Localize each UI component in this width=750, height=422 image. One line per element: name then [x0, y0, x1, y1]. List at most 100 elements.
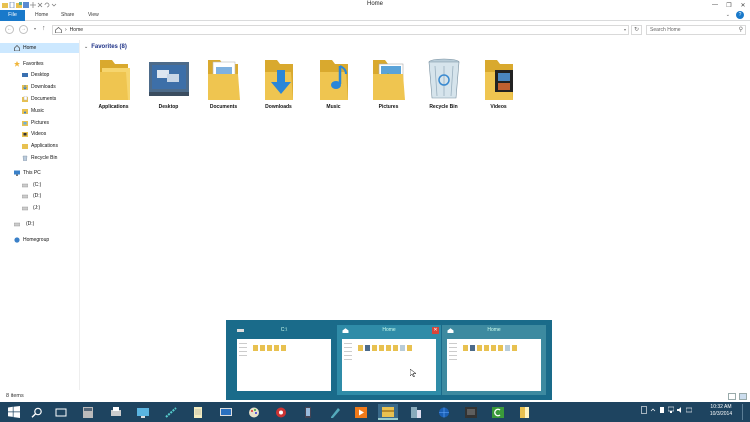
tile-downloads[interactable]: Downloads [251, 54, 306, 114]
file-explorer-icon [382, 406, 394, 417]
address-bar[interactable]: › Home ▾ [52, 25, 629, 35]
drive-icon [21, 182, 29, 188]
nav-item-pictures[interactable]: Pictures [0, 118, 79, 128]
group-heading-favorites[interactable]: ⌄ Favorites (8) [84, 44, 127, 50]
globe-icon [439, 407, 449, 417]
keyboard-icon[interactable] [685, 406, 693, 414]
thumbnail-window-home-active[interactable]: Home ✕ [337, 325, 441, 395]
taskbar-app-pen[interactable] [325, 404, 345, 420]
printer-icon [111, 406, 121, 416]
nav-item-desktop[interactable]: Desktop [0, 70, 79, 80]
taskbar-app-tablet[interactable] [298, 404, 318, 420]
taskbar-app-video-player[interactable] [351, 404, 371, 420]
address-row: ← → ▾ ↑ › Home ▾ ↻ Search Home ⚲ [0, 22, 750, 38]
drive-icon [13, 221, 21, 227]
downloads-folder-icon [265, 60, 293, 100]
taskbar-app-browser[interactable] [434, 404, 454, 420]
large-icons-view-button[interactable] [739, 393, 747, 400]
applications-folder-icon [100, 60, 130, 100]
tile-music[interactable]: Music [306, 54, 361, 114]
thumbnail-close-button[interactable]: ✕ [432, 327, 439, 334]
taskbar-app-network[interactable] [161, 404, 181, 420]
windows-start-icon[interactable] [8, 406, 20, 418]
volume-icon[interactable] [677, 406, 683, 414]
taskbar-app-file-explorer[interactable] [378, 404, 398, 420]
notepad-icon [194, 406, 202, 418]
tab-home[interactable]: Home [35, 10, 48, 21]
nav-item-drive-j[interactable]: (J:) [0, 203, 79, 213]
applications-icon [22, 143, 28, 149]
tray-flag-icon[interactable] [641, 406, 647, 414]
tablet-icon [305, 406, 311, 418]
nav-item-drive-d-removable[interactable]: (D:) [0, 219, 79, 229]
forward-button[interactable]: → [19, 25, 28, 34]
tab-file[interactable]: File [0, 10, 25, 21]
tile-recycle-bin[interactable]: Recycle Bin [416, 54, 471, 114]
nav-item-this-pc[interactable]: This PC [0, 168, 79, 178]
recent-locations-icon[interactable]: ▾ [34, 26, 36, 31]
tile-pictures[interactable]: Pictures [361, 54, 416, 114]
nav-item-drive-c[interactable]: (C:) [0, 180, 79, 190]
media-icon [276, 407, 286, 417]
taskbar-clock[interactable]: 10:32 AM 10/3/2014 [706, 404, 736, 418]
thumbnail-window-home[interactable]: Home [442, 325, 546, 395]
nav-item-drive-d[interactable]: (D:) [0, 191, 79, 201]
display-icon [220, 407, 232, 416]
details-view-button[interactable] [728, 393, 736, 400]
back-button[interactable]: ← [5, 25, 14, 34]
tile-desktop[interactable]: Desktop [141, 54, 196, 114]
nav-item-homegroup[interactable]: Homegroup [0, 235, 79, 245]
search-input[interactable]: Search Home ⚲ [646, 25, 746, 35]
tile-applications[interactable]: Applications [86, 54, 141, 114]
nav-item-recycle-bin[interactable]: Recycle Bin [0, 153, 79, 163]
minimize-button[interactable]: — [708, 0, 722, 10]
nav-item-downloads[interactable]: Downloads [0, 82, 79, 92]
taskbar-app-remote-desktop[interactable] [133, 404, 153, 420]
homegroup-icon [14, 237, 20, 243]
taskbar-app-display[interactable] [216, 404, 236, 420]
close-button[interactable]: ✕ [736, 0, 750, 10]
maximize-button[interactable]: ❐ [722, 0, 736, 10]
search-icon: ⚲ [738, 27, 743, 33]
address-dropdown-icon[interactable]: ▾ [624, 27, 626, 32]
taskbar-app-camtasia[interactable] [488, 404, 508, 420]
tab-view[interactable]: View [88, 10, 99, 21]
expand-ribbon-icon[interactable]: ⌄ [726, 12, 730, 18]
videos-folder-icon [485, 60, 513, 100]
nav-item-applications[interactable]: Applications [0, 141, 79, 151]
taskbar-app-devices[interactable] [406, 404, 426, 420]
show-desktop-button[interactable] [742, 404, 748, 420]
usb-icon[interactable] [659, 406, 665, 414]
network-icon[interactable] [667, 406, 675, 414]
taskbar-app-calendar[interactable] [461, 404, 481, 420]
nav-item-home[interactable]: Home [0, 43, 79, 53]
thumbnail-preview [447, 339, 541, 391]
taskbar-search[interactable] [27, 404, 47, 420]
nav-item-music[interactable]: Music [0, 106, 79, 116]
nav-item-favorites[interactable]: Favorites [0, 59, 79, 69]
taskbar-app-printer[interactable] [106, 404, 126, 420]
nav-item-documents[interactable]: Documents [0, 94, 79, 104]
pictures-folder-icon [373, 60, 405, 100]
search-placeholder: Search Home [650, 27, 681, 33]
taskbar-app-explorer-folder[interactable] [515, 404, 535, 420]
taskbar-app-paint[interactable] [244, 404, 264, 420]
breadcrumb-separator: › [65, 27, 67, 33]
tab-share[interactable]: Share [61, 10, 74, 21]
thumbnail-window-c-drive[interactable]: C:\ [232, 325, 336, 395]
tile-documents[interactable]: Documents [196, 54, 251, 114]
drive-icon [21, 193, 29, 199]
chevron-up-icon[interactable] [650, 406, 656, 414]
up-button[interactable]: ↑ [42, 25, 46, 32]
refresh-button[interactable]: ↻ [631, 25, 642, 35]
help-icon[interactable]: ? [736, 11, 744, 19]
breadcrumb-home[interactable]: Home [70, 27, 83, 33]
nav-item-videos[interactable]: Videos [0, 129, 79, 139]
tile-videos[interactable]: Videos [471, 54, 526, 114]
item-count: 8 items [6, 393, 24, 399]
taskbar-app-notepad[interactable] [188, 404, 208, 420]
paint-icon [249, 407, 259, 417]
taskbar-app-calculator[interactable] [78, 404, 98, 420]
taskbar-task-view[interactable] [51, 404, 71, 420]
taskbar-app-media[interactable] [271, 404, 291, 420]
